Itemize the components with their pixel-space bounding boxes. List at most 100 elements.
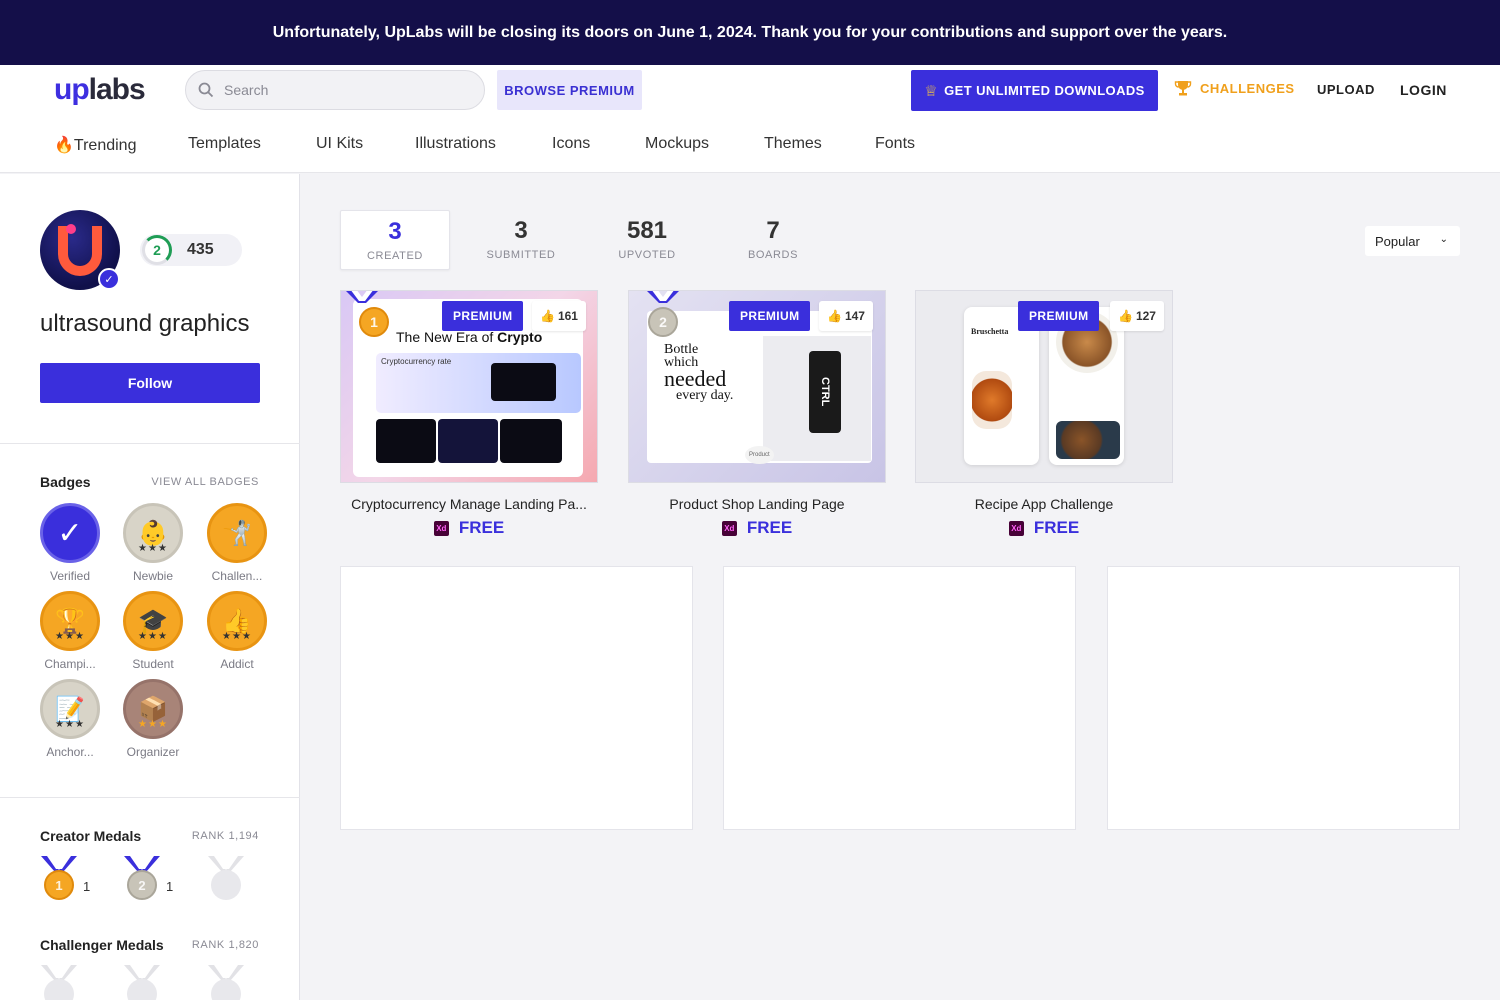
trophy-icon <box>1174 81 1192 96</box>
badge-anchor[interactable]: 📝 ★★★ Anchor... <box>39 679 101 759</box>
get-unlimited-downloads-button[interactable]: ♕ GET UNLIMITED DOWNLOADS <box>911 70 1158 111</box>
premium-tag: PREMIUM <box>1018 301 1100 331</box>
divider <box>0 797 300 798</box>
like-button[interactable]: 👍 147 <box>819 301 873 331</box>
shot-thumbnail[interactable]: Bruschetta PREMIUM 👍 127 <box>915 290 1173 483</box>
shot-title[interactable]: Product Shop Landing Page <box>628 496 886 512</box>
premium-tag: PREMIUM <box>442 301 524 331</box>
like-button[interactable]: 👍 127 <box>1110 301 1164 331</box>
search-box[interactable] <box>185 70 485 110</box>
uplabs-logo[interactable]: up labs <box>54 73 146 107</box>
silver-medal-icon: 2 <box>122 856 162 906</box>
category-illustrations[interactable]: Illustrations <box>415 135 552 155</box>
login-link[interactable]: LOGIN <box>1400 82 1447 98</box>
shot-card[interactable]: Bottle which needed every day. CTRL Prod… <box>628 290 886 538</box>
fighter-icon: 🤺 <box>207 503 267 563</box>
empty-card-placeholder <box>340 566 693 830</box>
empty-medal-icon <box>206 856 246 906</box>
empty-medal-icon <box>39 965 79 1000</box>
fire-icon: 🔥 <box>54 137 74 154</box>
shot-price: Xd FREE <box>628 518 886 538</box>
chevron-down-icon: ⌄ <box>1439 234 1448 245</box>
thumbs-up-icon: 👍 <box>540 309 555 323</box>
category-ui-kits[interactable]: UI Kits <box>316 135 415 155</box>
box-icon: 📦 ★★★ <box>123 679 183 739</box>
category-nav: 🔥Trending Templates UI Kits Illustration… <box>54 135 915 155</box>
shot-card[interactable]: The New Era of Crypto Cryptocurrency rat… <box>340 290 598 538</box>
thumbs-up-icon: 👍 <box>1118 309 1133 323</box>
tab-created[interactable]: 3 CREATED <box>340 210 450 270</box>
like-button[interactable]: 👍 161 <box>532 301 586 331</box>
gold-medal-icon: 1 <box>359 307 389 337</box>
shot-price: Xd FREE <box>340 518 598 538</box>
badge-student[interactable]: 🎓 ★★★ Student <box>122 591 184 671</box>
baby-icon: 👶 ★★★ <box>123 503 183 563</box>
creator-rank: RANK 1,194 <box>191 830 259 842</box>
logo-up: up <box>54 73 90 106</box>
category-fonts[interactable]: Fonts <box>875 135 915 155</box>
xd-icon: Xd <box>433 520 449 536</box>
shot-thumbnail[interactable]: Bottle which needed every day. CTRL Prod… <box>628 290 886 483</box>
badge-addict[interactable]: 👍 ★★★ Addict <box>206 591 268 671</box>
check-icon: ✓ <box>40 503 100 563</box>
search-icon <box>198 82 214 98</box>
divider <box>0 443 300 444</box>
main-content: 3 CREATED 3 SUBMITTED 581 UPVOTED 7 BOAR… <box>301 174 1500 1000</box>
xd-icon: Xd <box>721 520 737 536</box>
category-mockups[interactable]: Mockups <box>645 135 764 155</box>
upload-link[interactable]: UPLOAD <box>1317 82 1375 97</box>
thumbs-up-icon: 👍 <box>827 309 842 323</box>
challenger-medals-title: Challenger Medals <box>40 937 164 953</box>
empty-medal-icon <box>206 965 246 1000</box>
level-points: 2 435 <box>140 234 242 266</box>
category-templates[interactable]: Templates <box>188 135 316 155</box>
category-themes[interactable]: Themes <box>764 135 875 155</box>
shot-title[interactable]: Recipe App Challenge <box>915 496 1173 512</box>
unlimited-label: GET UNLIMITED DOWNLOADS <box>944 83 1145 98</box>
tab-upvoted[interactable]: 581 UPVOTED <box>592 210 702 270</box>
profile-sidebar: ✓ 2 435 ultrasound graphics Follow Badge… <box>0 174 300 1000</box>
shot-thumbnail[interactable]: The New Era of Crypto Cryptocurrency rat… <box>340 290 598 483</box>
banner-text: Unfortunately, UpLabs will be closing it… <box>272 23 1228 41</box>
shot-price: Xd FREE <box>915 518 1173 538</box>
crown-icon: ♕ <box>924 82 939 100</box>
view-all-badges-link[interactable]: VIEW ALL BADGES <box>151 476 259 488</box>
tab-boards[interactable]: 7 BOARDS <box>718 210 828 270</box>
silver-medal-count: 1 <box>166 879 174 894</box>
level-ring: 2 <box>142 235 172 265</box>
empty-card-placeholder <box>1107 566 1460 830</box>
empty-medal-icon <box>122 965 162 1000</box>
empty-card-placeholder <box>723 566 1076 830</box>
badge-newbie[interactable]: 👶 ★★★ Newbie <box>122 503 184 583</box>
follow-button[interactable]: Follow <box>40 363 260 403</box>
closing-banner: Unfortunately, UpLabs will be closing it… <box>0 0 1500 65</box>
points-value: 435 <box>187 241 214 258</box>
category-trending[interactable]: 🔥Trending <box>54 135 188 155</box>
silver-medal-icon: 2 <box>648 307 678 337</box>
badge-challenger[interactable]: 🤺 Challen... <box>206 503 268 583</box>
browse-premium-button[interactable]: BROWSE PREMIUM <box>497 70 642 110</box>
shot-card[interactable]: Bruschetta PREMIUM 👍 127 Recipe App Chall… <box>915 290 1173 538</box>
tab-submitted[interactable]: 3 SUBMITTED <box>466 210 576 270</box>
premium-tag: PREMIUM <box>729 301 811 331</box>
sort-select[interactable]: Popular ⌄ <box>1365 226 1460 256</box>
creator-medals-title: Creator Medals <box>40 828 142 844</box>
challenges-label: CHALLENGES <box>1200 80 1295 96</box>
logo-labs: labs <box>88 73 146 106</box>
badge-verified[interactable]: ✓ Verified <box>39 503 101 583</box>
challenges-link[interactable]: CHALLENGES <box>1174 79 1295 97</box>
challenger-rank: RANK 1,820 <box>191 939 259 951</box>
category-icons[interactable]: Icons <box>552 135 645 155</box>
search-input[interactable] <box>224 82 464 98</box>
shot-title[interactable]: Cryptocurrency Manage Landing Pa... <box>340 496 598 512</box>
verified-check-icon: ✓ <box>98 268 120 290</box>
graduation-cap-icon: 🎓 ★★★ <box>123 591 183 651</box>
xd-icon: Xd <box>1008 520 1024 536</box>
thumbs-up-icon: 👍 ★★★ <box>207 591 267 651</box>
notepad-icon: 📝 ★★★ <box>40 679 100 739</box>
site-header: uplabs BROWSE PREMIUM ♕ GET UNLIMITED DO… <box>0 65 1500 173</box>
badges-title: Badges <box>40 474 91 490</box>
badge-organizer[interactable]: 📦 ★★★ Organizer <box>122 679 184 759</box>
badge-champion[interactable]: 🏆 ★★★ Champi... <box>39 591 101 671</box>
sort-value: Popular <box>1375 233 1420 249</box>
